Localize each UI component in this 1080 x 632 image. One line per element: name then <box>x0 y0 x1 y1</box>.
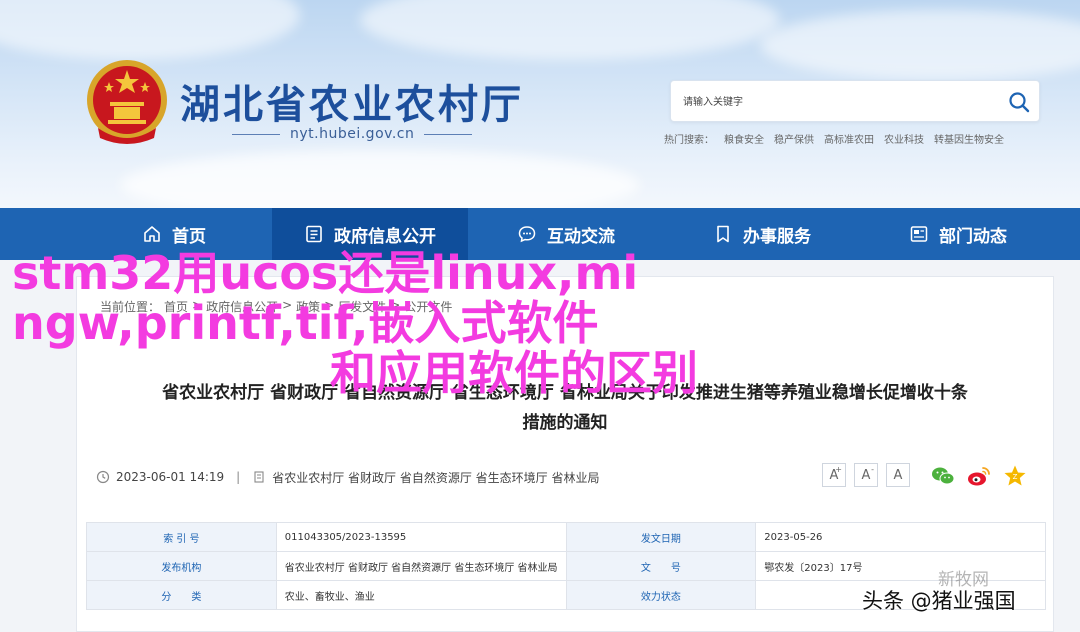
overlay-headline-line: 和应用软件的区别 <box>330 346 698 400</box>
weibo-icon[interactable] <box>966 463 992 489</box>
site-title[interactable]: 湖北省农业农村厅 <box>180 72 524 130</box>
site-url-row: nyt.hubei.gov.cn <box>232 126 473 142</box>
share-icons: Z <box>930 463 1028 489</box>
search-box <box>670 80 1040 122</box>
overlay-headline: stm32用ucos还是linux,mi ngw,printf,tif,嵌入式软… <box>12 248 752 398</box>
table-value: 农业、畜牧业、渔业 <box>275 580 567 610</box>
search-input[interactable] <box>683 91 1003 113</box>
site-header: 湖北省农业农村厅 nyt.hubei.gov.cn 热门搜索： 粮食安全 稳产保… <box>0 0 1080 208</box>
cloud-decoration <box>360 0 780 60</box>
news-icon <box>910 226 928 242</box>
table-key: 发文日期 <box>565 522 757 552</box>
font-size-controls: A + A- A <box>822 463 910 487</box>
hot-search-item[interactable]: 转基因生物安全 <box>934 131 1004 146</box>
font-decrease-button[interactable]: A- <box>854 463 878 487</box>
font-reset-button[interactable]: A <box>886 463 910 487</box>
organization-icon <box>254 471 264 483</box>
hot-search-item[interactable]: 粮食安全 <box>724 131 764 146</box>
table-row: 索 引 号 011043305/2023-13595 发文日期 2023-05-… <box>86 522 1046 552</box>
hot-search-bar: 热门搜索： 粮食安全 稳产保供 高标准农田 农业科技 转基因生物安全 <box>664 131 1004 146</box>
font-increase-button[interactable]: A + <box>822 463 846 487</box>
table-row: 发布机构 省农业农村厅 省财政厅 省自然资源厅 省生态环境厅 省林业局 文 号 … <box>86 551 1046 581</box>
hot-search-item[interactable]: 农业科技 <box>884 131 924 146</box>
article-title-line: 措施的通知 <box>522 413 608 433</box>
home-icon <box>144 226 160 242</box>
cloud-decoration <box>760 10 1080 80</box>
meta-separator: | <box>236 470 241 484</box>
font-button-label: A <box>861 467 871 483</box>
table-value: 011043305/2023-13595 <box>275 522 567 552</box>
divider-line <box>424 133 473 135</box>
source-watermark: 头条 @猪业强国 <box>862 589 1016 613</box>
document-list-icon <box>306 225 322 243</box>
divider-line <box>232 133 280 135</box>
overlay-headline-line: ngw,printf,tif,嵌入式软件 <box>12 296 599 350</box>
site-url: nyt.hubei.gov.cn <box>290 126 415 142</box>
svg-text:Z: Z <box>1013 473 1018 481</box>
bookmark-icon <box>717 225 729 243</box>
publish-date: 2023-06-01 14:19 <box>116 470 225 484</box>
overlay-headline-line: stm32用ucos还是linux,mi <box>12 246 639 300</box>
national-emblem-icon <box>87 60 167 144</box>
table-key: 索 引 号 <box>86 522 277 552</box>
table-key: 文 号 <box>565 551 757 581</box>
nav-item-label: 办事服务 <box>743 226 811 247</box>
table-value: 2023-05-26 <box>755 522 1046 552</box>
wechat-icon[interactable] <box>930 463 956 489</box>
nav-item-label: 部门动态 <box>939 226 1007 247</box>
table-key: 效力状态 <box>565 580 757 610</box>
table-value: 鄂农发〔2023〕17号 <box>755 551 1046 581</box>
table-key: 发布机构 <box>86 551 277 581</box>
table-key: 分 类 <box>86 580 277 610</box>
publishing-orgs: 省农业农村厅 省财政厅 省自然资源厅 省生态环境厅 省林业局 <box>272 470 600 485</box>
clock-icon <box>96 470 110 484</box>
table-value: 省农业农村厅 省财政厅 省自然资源厅 省生态环境厅 省林业局 <box>275 551 567 581</box>
favorite-star-icon[interactable]: Z <box>1002 463 1028 489</box>
hot-search-label: 热门搜索： <box>664 135 714 146</box>
nav-item-news[interactable]: 部门动态 <box>860 208 1056 260</box>
nav-item-label: 互动交流 <box>547 226 615 247</box>
cloud-decoration <box>120 150 640 208</box>
cloud-decoration <box>0 0 300 60</box>
hot-search-item[interactable]: 高标准农田 <box>824 131 874 146</box>
nav-item-label: 首页 <box>172 226 206 247</box>
search-icon[interactable] <box>1007 90 1031 114</box>
font-button-label: A <box>893 467 903 483</box>
hot-search-item[interactable]: 稳产保供 <box>774 131 814 146</box>
chat-bubble-icon <box>518 226 536 243</box>
nav-item-label: 政府信息公开 <box>334 226 436 247</box>
